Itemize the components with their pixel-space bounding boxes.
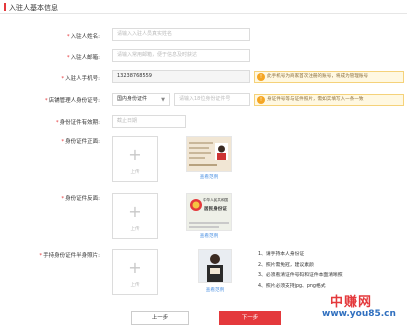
plus-icon: + — [128, 202, 142, 221]
id-front-sample-link[interactable]: 查看范例 — [186, 174, 232, 180]
phone-label: *入驻人手机号: — [61, 76, 100, 82]
id-number-label: *店铺管理人身份证号: — [44, 98, 100, 104]
title-accent-bar — [4, 3, 6, 11]
plus-icon: + — [128, 145, 142, 164]
id-number-input[interactable]: 请输入18位身份证件号 — [174, 93, 250, 106]
chevron-down-icon: ▼ — [161, 97, 165, 103]
id-front-upload[interactable]: + 上传 — [112, 136, 158, 182]
id-handheld-upload[interactable]: + 上传 — [112, 249, 158, 295]
warning-icon: ! — [257, 73, 265, 81]
name-input[interactable]: 请输入入驻人员真实姓名 — [112, 28, 250, 41]
id-back-label: *身份证件反面: — [61, 196, 100, 202]
page-title: 入驻人基本信息 — [9, 4, 58, 12]
id-number-tip: ! 身证件号等与证件照片，需如实填写入一条一致 — [254, 94, 404, 106]
email-input[interactable]: 请输入常用邮箱，便于信息及时获达 — [112, 49, 250, 62]
id-back-sample-link[interactable]: 查看范例 — [186, 233, 232, 239]
watermark-url: www.you85.cn — [322, 309, 396, 319]
id-handheld-label: *手持身份证件半身照片: — [39, 253, 100, 259]
id-front-label: *身份证件正面: — [61, 139, 100, 145]
plus-icon: + — [128, 258, 142, 277]
section-header — [0, 0, 407, 14]
id-handheld-sample-image — [198, 249, 232, 283]
id-back-upload[interactable]: + 上传 — [112, 193, 158, 239]
id-back-sample-image: 中华人民共和国 居民身份证 — [186, 193, 232, 231]
id-type-select[interactable]: 国内身份证件 ▼ — [112, 93, 170, 106]
id-expiry-label: *身份证件有效期: — [55, 120, 100, 126]
watermark-logo: 中赚网 — [330, 295, 373, 310]
requirement-item: 2、照片需免冠，建议素颜 — [258, 262, 314, 268]
requirement-item: 3、必须看清证件号码和证件本面清晰照 — [258, 273, 343, 278]
sample-card-subtitle: 居民身份证 — [204, 207, 227, 212]
photo-requirements: 1、请手持本人身份证 2、照片需免冠，建议素颜 3、必须看清证件号码和证件本面清… — [258, 250, 343, 292]
phone-tip: ! 此手机号为商家首次注册的账号，将成为管理账号 — [254, 71, 404, 83]
prev-step-button[interactable]: 上一步 — [131, 311, 189, 325]
email-label: *入驻人邮箱: — [66, 55, 100, 61]
warning-icon: ! — [257, 96, 265, 104]
id-front-sample-image — [186, 136, 232, 172]
phone-input: 13238768559 — [112, 70, 250, 83]
id-handheld-sample-link[interactable]: 查看范例 — [192, 287, 238, 293]
id-expiry-date-input[interactable]: 截止日期 — [112, 115, 186, 128]
requirement-item: 1、请手持本人身份证 — [258, 252, 305, 257]
sample-card-title: 中华人民共和国 — [203, 198, 229, 202]
name-label: *入驻人姓名: — [66, 34, 100, 40]
next-step-button[interactable]: 下一步 — [219, 311, 281, 325]
